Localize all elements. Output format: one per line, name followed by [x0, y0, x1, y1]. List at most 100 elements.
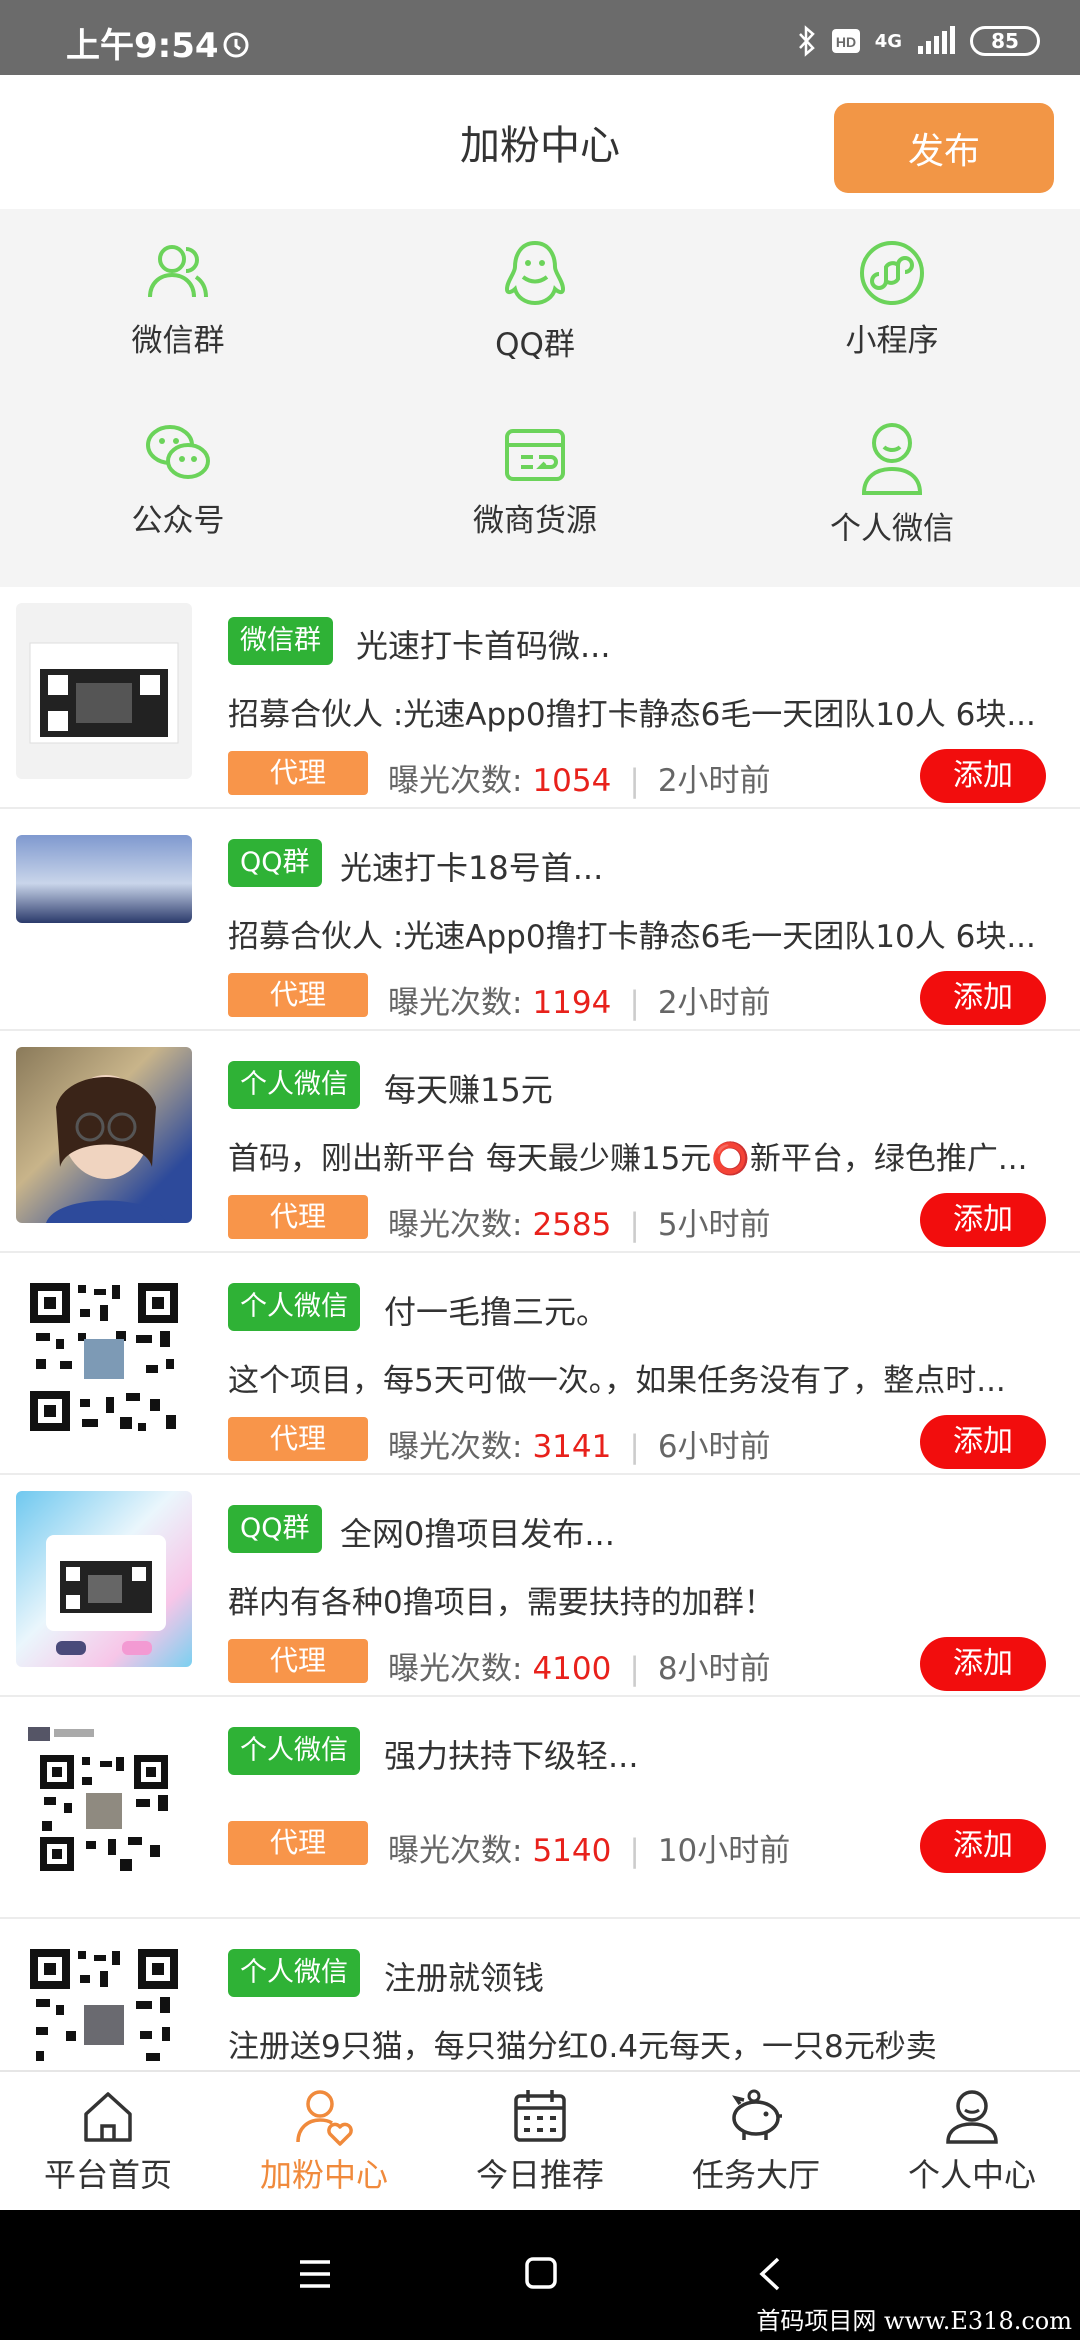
list-item[interactable]: 个人微信 每天赚15元 首码，刚出新平台 每天最少赚15元⭕新平台，绿色推广..…	[0, 1031, 1080, 1253]
list-item[interactable]: QQ群 光速打卡18号首... 招募合伙人 :光速App0撸打卡静态6毛一天团队…	[0, 809, 1080, 1031]
category-qq-group[interactable]: QQ群	[385, 237, 685, 397]
item-time: 10小时前	[657, 1833, 791, 1869]
category-label: 小程序	[845, 323, 939, 359]
tab-today-recommend[interactable]: 今日推荐	[432, 2072, 648, 2212]
agent-badge: 代理	[228, 973, 368, 1017]
mini-program-icon	[860, 241, 924, 305]
profile-icon	[946, 2090, 998, 2144]
tab-label: 加粉中心	[259, 2156, 388, 2194]
exposure-count: 5140	[532, 1833, 612, 1869]
item-meta: 曝光次数: 1054 | 2小时前	[388, 755, 771, 800]
category-wechat-group[interactable]: 微信群	[28, 237, 328, 397]
category-label: QQ群	[495, 327, 575, 363]
piggy-bank-icon	[732, 2089, 782, 2140]
meta-divider: |	[629, 1429, 640, 1465]
list-item[interactable]: QQ群 全网0撸项目发布... 群内有各种0撸项目，需要扶持的加群！ 代理 曝光…	[0, 1475, 1080, 1697]
item-tag: 个人微信	[228, 1727, 360, 1775]
menu-icon[interactable]	[298, 2258, 332, 2290]
item-title: 全网0撸项目发布...	[340, 1515, 615, 1553]
item-time: 5小时前	[657, 1207, 771, 1243]
meta-divider: |	[629, 1833, 640, 1869]
exposure-count: 4100	[532, 1651, 612, 1687]
tab-label: 任务大厅	[691, 2156, 820, 2194]
list-item[interactable]: 个人微信 付一毛撸三元。 这个项目，每5天可做一次。，如果任务没有了，整点时..…	[0, 1253, 1080, 1475]
status-icons: HD 4G 85	[797, 24, 1040, 58]
thumbnail-image	[16, 603, 192, 779]
item-meta: 曝光次数: 1194 | 2小时前	[388, 977, 771, 1022]
item-title: 强力扶持下级轻...	[384, 1737, 639, 1775]
category-label: 个人微信	[830, 511, 954, 547]
category-label: 微信群	[131, 323, 225, 359]
item-title: 光速打卡18号首...	[340, 849, 604, 887]
tab-label: 平台首页	[43, 2156, 172, 2194]
add-button[interactable]: 添加	[920, 1637, 1046, 1691]
meta-divider: |	[629, 763, 640, 799]
category-personal-wechat[interactable]: 个人微信	[742, 417, 1042, 577]
add-button[interactable]: 添加	[920, 749, 1046, 803]
item-tag: QQ群	[228, 839, 322, 887]
exposure-count: 1054	[532, 763, 612, 799]
wechat-icon	[146, 425, 210, 479]
item-time: 2小时前	[657, 763, 771, 799]
category-label: 公众号	[131, 503, 225, 539]
item-title: 光速打卡首码微...	[356, 627, 611, 665]
status-time: 上午9:54	[66, 26, 219, 66]
item-time: 8小时前	[657, 1651, 771, 1687]
list-item[interactable]: 个人微信 强力扶持下级轻... 代理 曝光次数: 5140 | 10小时前 添加	[0, 1697, 1080, 1919]
agent-badge: 代理	[228, 1639, 368, 1683]
tab-home[interactable]: 平台首页	[0, 2072, 216, 2212]
tab-add-fans[interactable]: 加粉中心	[216, 2072, 432, 2212]
item-description: 招募合伙人 :光速App0撸打卡静态6毛一天团队10人 6块...	[228, 697, 1036, 733]
meta-divider: |	[629, 985, 640, 1021]
users-icon	[148, 245, 208, 298]
item-title: 付一毛撸三元。	[384, 1293, 609, 1331]
bluetooth-icon	[798, 25, 815, 57]
item-description: 招募合伙人 :光速App0撸打卡静态6毛一天团队10人 6块...	[228, 919, 1036, 955]
back-icon[interactable]	[758, 2256, 782, 2292]
list-item[interactable]: 微信群 光速打卡首码微... 招募合伙人 :光速App0撸打卡静态6毛一天团队1…	[0, 587, 1080, 809]
add-button[interactable]: 添加	[920, 1193, 1046, 1247]
supply-box-icon	[505, 429, 565, 481]
exposure-count: 3141	[532, 1429, 612, 1465]
item-description: 注册送9只猫，每只猫分红0.4元每天，一只8元秒卖	[228, 2029, 937, 2065]
agent-badge: 代理	[228, 1195, 368, 1239]
tab-profile[interactable]: 个人中心	[864, 2072, 1080, 2212]
item-description: 群内有各种0撸项目，需要扶持的加群！	[228, 1585, 775, 1621]
exposure-label: 曝光次数:	[388, 1207, 523, 1243]
category-mini-program[interactable]: 小程序	[742, 237, 1042, 397]
item-tag: 个人微信	[228, 1949, 360, 1997]
person-icon	[861, 423, 923, 495]
category-supply[interactable]: 微商货源	[385, 417, 685, 577]
item-title: 每天赚15元	[384, 1071, 553, 1109]
status-bar: 上午9:54 HD 4G 85	[0, 0, 1080, 75]
item-meta: 曝光次数: 5140 | 10小时前	[388, 1825, 790, 1870]
category-grid: 微信群 QQ群 小程序 公众号 微商货源 个人微信	[0, 209, 1080, 587]
add-button[interactable]: 添加	[920, 1415, 1046, 1469]
item-time: 6小时前	[657, 1429, 771, 1465]
item-meta: 曝光次数: 4100 | 8小时前	[388, 1643, 771, 1688]
item-meta: 曝光次数: 2585 | 5小时前	[388, 1199, 771, 1244]
exposure-count: 2585	[532, 1207, 612, 1243]
item-meta: 曝光次数: 3141 | 6小时前	[388, 1421, 771, 1466]
calendar-icon	[514, 2090, 566, 2142]
category-official-account[interactable]: 公众号	[28, 417, 328, 577]
agent-badge: 代理	[228, 751, 368, 795]
category-label: 微商货源	[473, 503, 597, 539]
thumbnail-image	[16, 1047, 192, 1223]
app-root: 上午9:54 HD 4G 85 加粉中心 发布 微信群 QQ群 小程序 公众号 …	[0, 0, 1080, 2340]
page-header: 加粉中心 发布	[0, 75, 1080, 209]
alarm-icon	[223, 32, 249, 58]
signal-icon	[918, 26, 955, 54]
publish-button[interactable]: 发布	[834, 103, 1054, 193]
meta-divider: |	[629, 1207, 640, 1243]
thumbnail-image	[16, 1491, 192, 1667]
item-title: 注册就领钱	[384, 1959, 545, 1997]
home-square-icon[interactable]	[524, 2256, 558, 2290]
add-button[interactable]: 添加	[920, 971, 1046, 1025]
network-type: 4G	[874, 30, 902, 52]
add-button[interactable]: 添加	[920, 1819, 1046, 1873]
battery-level: 85	[991, 29, 1019, 53]
agent-badge: 代理	[228, 1821, 368, 1865]
tab-task-hall[interactable]: 任务大厅	[648, 2072, 864, 2212]
item-tag: 个人微信	[228, 1061, 360, 1109]
